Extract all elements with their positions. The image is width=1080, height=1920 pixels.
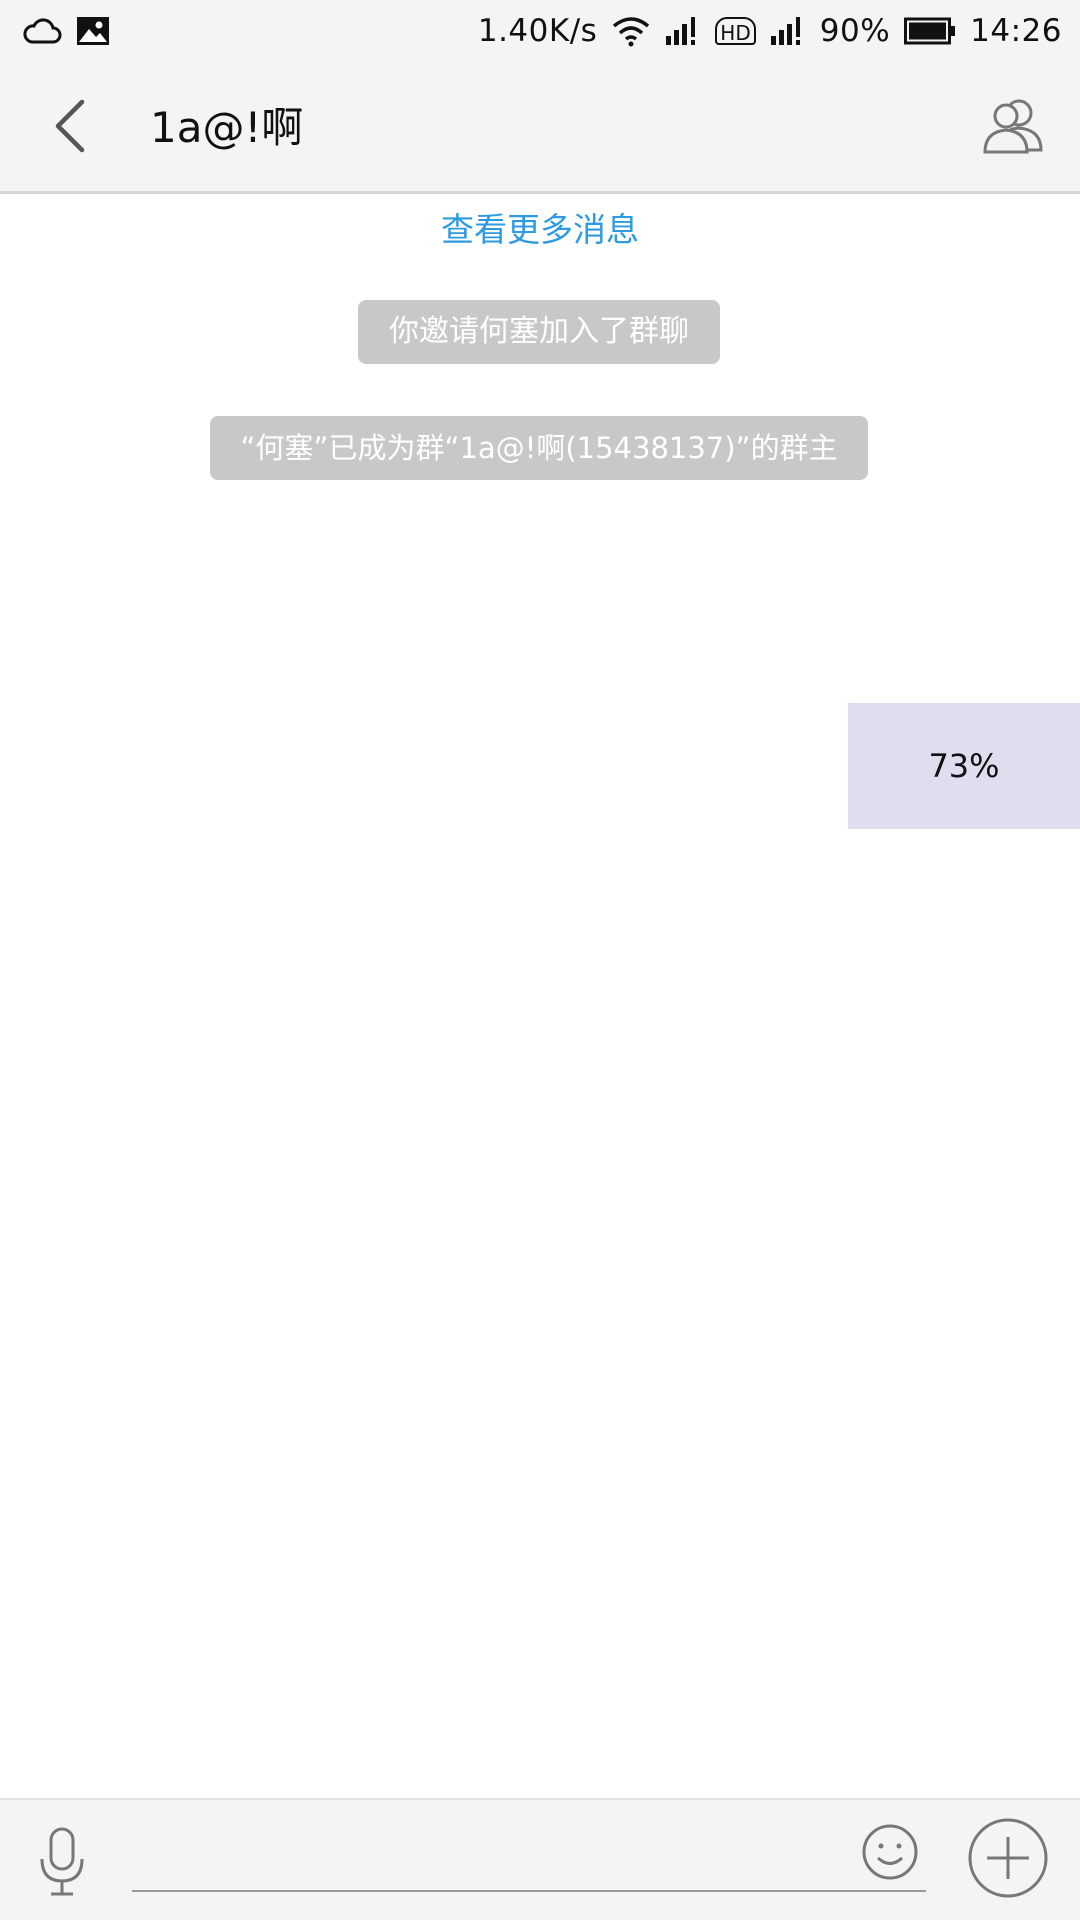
chat-header: 1a@!啊 [0, 62, 1080, 194]
battery-icon [904, 17, 956, 45]
status-right: 1.40K/s HD 90% 14:26 [478, 8, 1062, 54]
cloud-icon [22, 16, 62, 46]
wifi-icon [611, 15, 651, 47]
hd-icon: HD [715, 17, 756, 45]
smiley-icon [861, 1823, 919, 1885]
network-speed: 1.40K/s [477, 13, 598, 49]
plus-circle-icon [967, 1817, 1049, 1903]
emoji-button[interactable] [860, 1824, 920, 1884]
system-message-owner: “何塞”已成为群“1a@!啊(15438137)”的群主 [210, 416, 868, 480]
system-message-invite: 你邀请何塞加入了群聊 [358, 300, 720, 364]
group-members-icon [979, 96, 1049, 158]
message-input[interactable] [132, 1820, 926, 1892]
battery-percent: 90% [819, 13, 891, 49]
chevron-left-icon [52, 99, 88, 157]
progress-label: 73% [928, 747, 1000, 785]
input-bar [0, 1798, 1080, 1920]
signal-icon [665, 16, 701, 46]
signal-icon [770, 16, 806, 46]
voice-button[interactable] [30, 1826, 94, 1902]
more-actions-button[interactable] [966, 1818, 1050, 1902]
clock: 14:26 [970, 13, 1062, 49]
image-icon [76, 16, 110, 46]
group-members-button[interactable] [974, 92, 1054, 162]
load-more-messages-link[interactable]: 查看更多消息 [0, 206, 1080, 254]
progress-indicator: 73% [848, 703, 1080, 829]
microphone-icon [37, 1827, 87, 1901]
status-bar: 1.40K/s HD 90% 14:26 [0, 0, 1080, 62]
status-left-icons [22, 12, 110, 50]
back-button[interactable] [40, 96, 100, 160]
chat-title: 1a@!啊 [150, 103, 304, 152]
